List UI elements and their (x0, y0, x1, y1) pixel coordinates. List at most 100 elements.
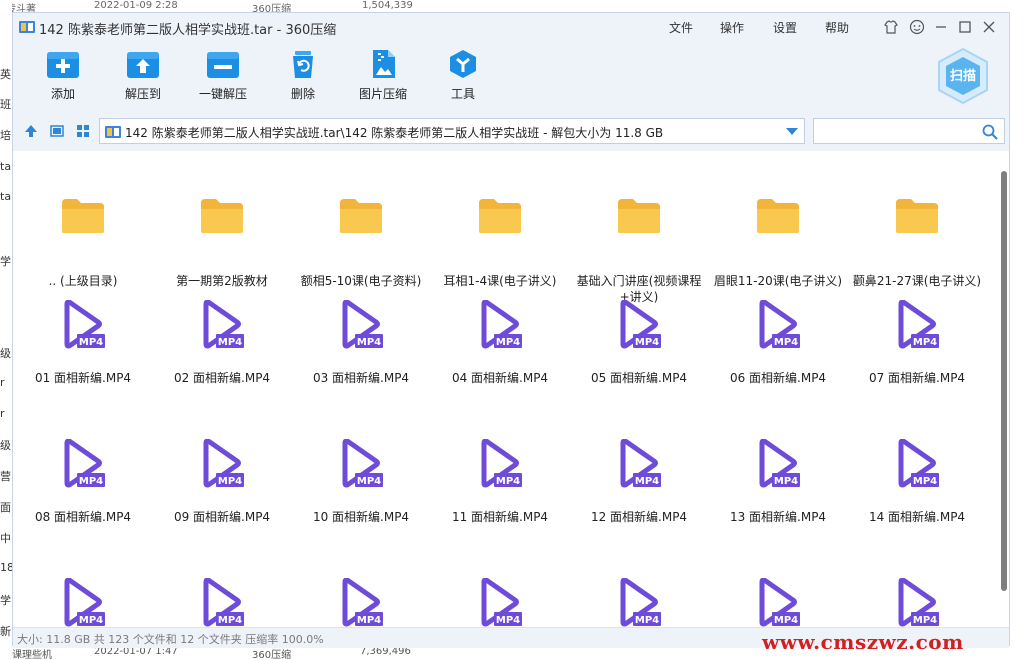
file-item[interactable]: MP4 11 面相新编.MP4 (431, 439, 569, 525)
mp4-badge-text: MP4 (79, 615, 103, 626)
folder-icon (201, 199, 243, 233)
mp4-video-icon: MP4 (481, 439, 522, 488)
chevron-down-icon[interactable] (786, 128, 798, 136)
add-button[interactable]: 添加 (33, 47, 93, 107)
file-item[interactable]: MP4 (14, 578, 152, 627)
minimize-icon[interactable] (931, 17, 951, 37)
file-grid: .. (上级目录) 第一期第2版教材 额相5-10课(电子资料) 耳相1-4课(电子讲… (13, 151, 1009, 627)
mp4-badge-text: MP4 (496, 615, 520, 626)
mp4-badge-text: MP4 (218, 615, 242, 626)
scan-shield-icon: 扫描 (938, 47, 988, 105)
file-item[interactable]: MP4 13 面相新编.MP4 (709, 439, 847, 525)
mp4-video-icon: MP4 (342, 578, 383, 627)
item-name: 13 面相新编.MP4 (729, 510, 827, 524)
feedback-icon[interactable] (907, 17, 927, 37)
watermark: www.cmszwz.com (762, 630, 964, 654)
file-item[interactable]: MP4 03 面相新编.MP4 (292, 300, 430, 386)
mp4-video-icon: MP4 (64, 578, 105, 627)
file-item[interactable]: MP4 07 面相新编.MP4 (848, 300, 986, 386)
mp4-video-icon: MP4 (759, 300, 800, 349)
image-compress-label: 图片压缩 (358, 87, 407, 101)
skin-icon[interactable] (881, 17, 901, 37)
one-click-extract-icon (207, 52, 239, 78)
title-bar[interactable]: 142 陈紫泰老师第二版人相学实战班.tar - 360压缩 文件 操作 设置 … (13, 13, 1009, 41)
path-bar: 142 陈紫泰老师第二版人相学实战班.tar\142 陈紫泰老师第二版人相学实战… (13, 111, 1009, 151)
bg-text: 营 (0, 470, 11, 483)
item-name: 14 面相新编.MP4 (868, 510, 966, 524)
archive-icon (105, 126, 121, 138)
extract-to-label: 解压到 (124, 87, 161, 101)
extract-to-button[interactable]: 解压到 (113, 47, 173, 107)
up-arrow-icon[interactable] (23, 123, 39, 139)
item-name: 09 面相新编.MP4 (173, 510, 271, 524)
bg-text: 级 (0, 347, 11, 360)
item-name: 04 面相新编.MP4 (451, 371, 549, 385)
mp4-video-icon: MP4 (203, 300, 244, 349)
file-item[interactable]: MP4 01 面相新编.MP4 (14, 300, 152, 386)
search-icon[interactable] (982, 124, 998, 140)
mp4-video-icon: MP4 (898, 300, 939, 349)
item-name: 12 面相新编.MP4 (590, 510, 688, 524)
item-name: 第一期第2版教材 (176, 274, 268, 288)
folder-item[interactable]: 耳相1-4课(电子讲义) (431, 197, 569, 289)
file-item[interactable]: MP4 (848, 578, 986, 627)
folder-icon (479, 199, 521, 233)
bg-text: 中 (0, 532, 11, 545)
one-click-extract-button[interactable]: 一键解压 (193, 47, 253, 107)
file-item[interactable]: MP4 05 面相新编.MP4 (570, 300, 708, 386)
path-field[interactable]: 142 陈紫泰老师第二版人相学实战班.tar\142 陈紫泰老师第二版人相学实战… (99, 118, 805, 144)
search-input[interactable] (818, 122, 982, 142)
file-item[interactable]: MP4 08 面相新编.MP4 (14, 439, 152, 525)
folder-item[interactable]: 额相5-10课(电子资料) (292, 197, 430, 289)
file-item[interactable]: MP4 09 面相新编.MP4 (153, 439, 291, 525)
search-box[interactable] (813, 118, 1005, 144)
bg-text: 新 (0, 625, 11, 638)
delete-button[interactable]: 删除 (273, 47, 333, 107)
mp4-badge-text: MP4 (79, 337, 103, 348)
mp4-badge-text: MP4 (218, 476, 242, 487)
vertical-scrollbar[interactable] (1001, 171, 1007, 591)
mp4-video-icon: MP4 (620, 439, 661, 488)
menu-settings[interactable]: 设置 (773, 19, 797, 36)
file-item[interactable]: MP4 (709, 578, 847, 627)
folder-item[interactable]: 基础入门讲座(视频课程+讲义) (570, 197, 708, 305)
background-right-edge (1010, 0, 1024, 660)
close-icon[interactable] (979, 17, 999, 37)
menu-help[interactable]: 帮助 (825, 19, 849, 36)
file-item[interactable]: MP4 (153, 578, 291, 627)
item-name: 06 面相新编.MP4 (729, 371, 827, 385)
mp4-badge-text: MP4 (496, 476, 520, 487)
bg-text: 360压缩 (252, 4, 292, 12)
file-item[interactable]: MP4 04 面相新编.MP4 (431, 300, 569, 386)
folder-item[interactable]: .. (上级目录) (14, 197, 152, 289)
image-compress-button[interactable]: 图片压缩 (353, 47, 413, 107)
tools-button[interactable]: 工具 (433, 47, 493, 107)
file-item[interactable]: MP4 12 面相新编.MP4 (570, 439, 708, 525)
file-item[interactable]: MP4 06 面相新编.MP4 (709, 300, 847, 386)
archive-window: 142 陈紫泰老师第二版人相学实战班.tar - 360压缩 文件 操作 设置 … (12, 12, 1010, 648)
file-item[interactable]: MP4 (570, 578, 708, 627)
file-item[interactable]: MP4 14 面相新编.MP4 (848, 439, 986, 525)
bg-text: 学 (0, 594, 11, 607)
bg-text: r (0, 407, 5, 420)
maximize-icon[interactable] (955, 17, 975, 37)
scan-button[interactable]: 扫描 (935, 47, 991, 105)
file-item[interactable]: MP4 (292, 578, 430, 627)
file-item[interactable]: MP4 (431, 578, 569, 627)
folder-item[interactable]: 第一期第2版教材 (153, 197, 291, 289)
tools-label: 工具 (450, 87, 475, 101)
item-name: .. (上级目录) (48, 274, 118, 288)
file-item[interactable]: MP4 02 面相新编.MP4 (153, 300, 291, 386)
list-view-icon[interactable] (49, 123, 65, 139)
folder-item[interactable]: 眉眼11-20课(电子讲义) (709, 197, 847, 289)
file-item[interactable]: MP4 10 面相新编.MP4 (292, 439, 430, 525)
grid-view-icon[interactable] (75, 123, 91, 139)
menu-operation[interactable]: 操作 (720, 19, 744, 36)
folder-item[interactable]: 颧鼻21-27课(电子讲义) (848, 197, 986, 289)
menu-file[interactable]: 文件 (669, 19, 693, 36)
item-name: 05 面相新编.MP4 (590, 371, 688, 385)
bg-text: 360压缩 (252, 650, 292, 660)
archive-app-icon (19, 21, 35, 33)
mp4-badge-text: MP4 (913, 476, 937, 487)
bg-text: 培 (0, 129, 11, 142)
